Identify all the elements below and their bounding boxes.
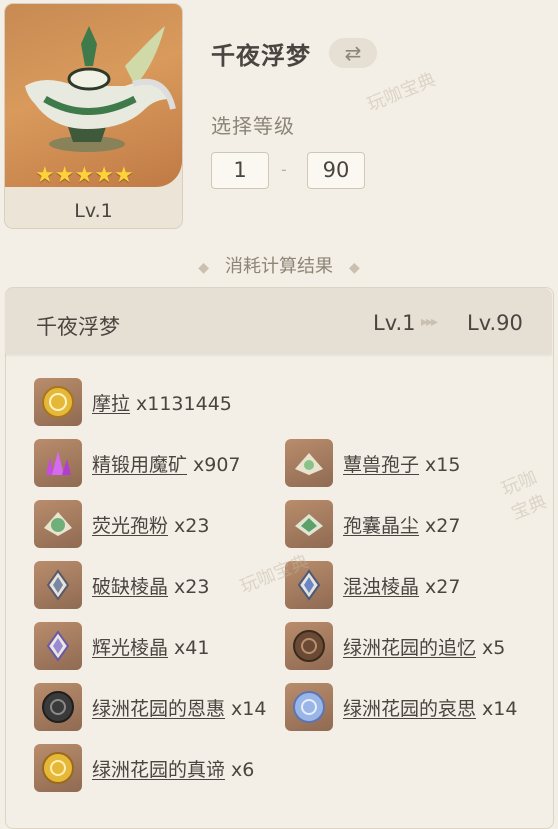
triple-arrow-icon: ▸▸▸: [421, 314, 438, 330]
blue-medallion-icon: [285, 683, 333, 731]
material-count: x14: [482, 697, 518, 720]
material-item: 绿洲花园的恩惠 x14: [34, 682, 266, 732]
material-item: 精锻用魔矿 x907: [34, 438, 241, 488]
material-name[interactable]: 破缺棱晶: [92, 576, 168, 598]
material-count: x5: [482, 636, 506, 659]
spore-powder-icon: [34, 500, 82, 548]
material-item: 破缺棱晶 x23: [34, 560, 209, 610]
material-name[interactable]: 绿洲花园的恩惠: [92, 698, 225, 720]
mora-coin-icon: [34, 378, 82, 426]
result-level-from: Lv.1: [373, 311, 416, 335]
swap-icon: ⇄: [344, 41, 362, 65]
material-name[interactable]: 摩拉: [92, 393, 130, 415]
material-item: 混浊棱晶 x27: [285, 560, 460, 610]
material-item: 绿洲花园的哀思 x14: [285, 682, 517, 732]
material-name[interactable]: 绿洲花园的真谛: [92, 759, 225, 781]
prism-icon: [34, 561, 82, 609]
result-weapon-name: 千夜浮梦: [36, 315, 120, 339]
material-count: x6: [231, 758, 255, 781]
watermark: 玩咖宝典: [364, 69, 439, 116]
material-name[interactable]: 绿洲花园的追忆: [343, 637, 476, 659]
star-icon: ★: [94, 163, 114, 188]
material-name[interactable]: 精锻用魔矿: [92, 454, 187, 476]
spore-crystal-icon: [285, 500, 333, 548]
material-count: x23: [174, 575, 210, 598]
material-item: 辉光棱晶 x41: [34, 621, 209, 671]
material-item: 摩拉 x1131445: [34, 377, 232, 427]
star-icon: ★: [35, 163, 55, 188]
diamond-icon: ◆: [198, 260, 209, 276]
star-icon: ★: [54, 163, 75, 188]
prism-icon: [285, 561, 333, 609]
level-dash: -: [281, 160, 287, 179]
gold-medallion-icon: [34, 744, 82, 792]
material-name[interactable]: 蕈兽孢子: [343, 454, 419, 476]
material-name[interactable]: 荧光孢粉: [92, 515, 168, 537]
material-count: x27: [425, 514, 461, 537]
purple-crystal-icon: [34, 439, 82, 487]
dark-medallion-icon: [34, 683, 82, 731]
section-title: 消耗计算结果: [225, 256, 333, 277]
weapon-art: [5, 4, 182, 187]
material-count: x15: [425, 453, 461, 476]
star-icon: ★: [113, 163, 134, 188]
material-item: 孢囊晶尘 x27: [285, 499, 460, 549]
material-item: 荧光孢粉 x23: [34, 499, 209, 549]
material-count: x907: [193, 453, 241, 476]
material-name[interactable]: 辉光棱晶: [92, 637, 168, 659]
result-level-to: Lv.90: [467, 311, 523, 335]
material-count: x27: [425, 575, 461, 598]
magic-lamp-icon: [25, 26, 176, 152]
level-from-input[interactable]: 1: [211, 152, 269, 189]
material-item: 绿洲花园的追忆 x5: [285, 621, 505, 671]
bronze-medallion-icon: [285, 622, 333, 670]
card-level: Lv.1: [74, 200, 113, 222]
level-to-input[interactable]: 90: [307, 152, 365, 189]
weapon-title: 千夜浮梦: [211, 42, 311, 70]
diamond-icon: ◆: [349, 260, 360, 276]
material-name[interactable]: 绿洲花园的哀思: [343, 698, 476, 720]
star-icon: ★: [74, 163, 95, 188]
weapon-card: ★ ★ ★ ★ ★ Lv.1: [5, 4, 182, 228]
material-count: x14: [231, 697, 267, 720]
spore-icon: [285, 439, 333, 487]
section-header: ◆ 消耗计算结果 ◆: [0, 252, 558, 278]
select-level-label: 选择等级: [211, 114, 295, 138]
material-item: 绿洲花园的真谛 x6: [34, 743, 254, 793]
material-item: 蕈兽孢子 x15: [285, 438, 460, 488]
material-count: x41: [174, 636, 210, 659]
material-count: x23: [174, 514, 210, 537]
material-name[interactable]: 孢囊晶尘: [343, 515, 419, 537]
material-name[interactable]: 混浊棱晶: [343, 576, 419, 598]
material-count: x1131445: [136, 392, 232, 415]
swap-button[interactable]: ⇄: [329, 38, 377, 68]
prism-icon: [34, 622, 82, 670]
rarity-stars: ★ ★ ★ ★ ★: [35, 165, 134, 187]
